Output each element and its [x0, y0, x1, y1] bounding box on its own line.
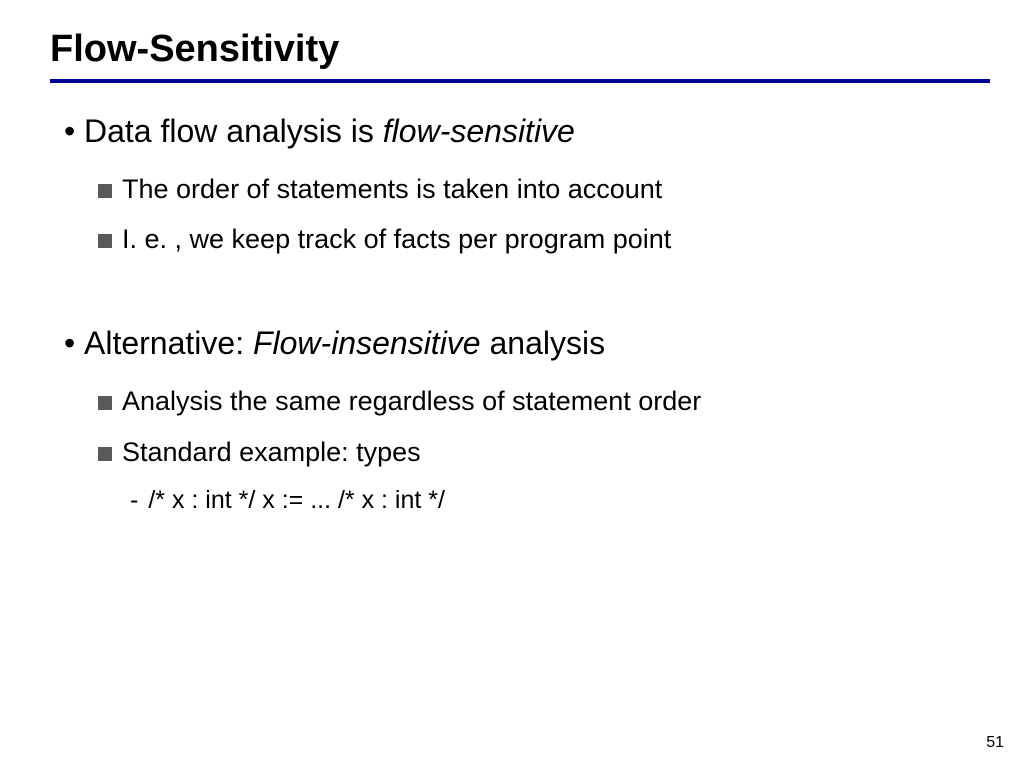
square-bullet-icon	[98, 234, 112, 248]
square-bullet-icon	[98, 447, 112, 461]
sub-bullet-regardless: Analysis the same regardless of statemen…	[98, 383, 984, 419]
slide-body: •Data flow analysis is flow-sensitive Th…	[64, 111, 984, 518]
sub-bullet-text: The order of statements is taken into ac…	[122, 174, 662, 204]
sub-bullet-example: Standard example: types	[98, 434, 984, 470]
bullet-alternative: •Alternative: Flow-insensitive analysis	[64, 323, 984, 365]
dash-bullet-icon: -	[130, 484, 138, 518]
sub-bullet-text: Analysis the same regardless of statemen…	[122, 386, 701, 416]
square-bullet-icon	[98, 396, 112, 410]
sub-bullet-program-point: I. e. , we keep track of facts per progr…	[98, 221, 984, 257]
bullet-text-prefix: Data flow analysis is	[84, 113, 383, 149]
square-bullet-icon	[98, 184, 112, 198]
title-divider	[50, 79, 990, 83]
slide: Flow-Sensitivity •Data flow analysis is …	[0, 0, 1024, 768]
bullet-text-em: Flow-insensitive	[253, 325, 481, 361]
sub-sub-bullet-code: -/* x : int */ x := ... /* x : int */	[130, 484, 984, 518]
sub-bullet-text: Standard example: types	[122, 437, 421, 467]
bullet-dot-icon: •	[64, 323, 84, 365]
bullet-text-prefix: Alternative:	[84, 325, 253, 361]
page-number: 51	[986, 734, 1004, 752]
sub-bullet-text: I. e. , we keep track of facts per progr…	[122, 224, 671, 254]
slide-title: Flow-Sensitivity	[50, 28, 984, 71]
bullet-text-suffix: analysis	[481, 325, 606, 361]
bullet-text-em: flow-sensitive	[383, 113, 575, 149]
sub-bullet-order: The order of statements is taken into ac…	[98, 171, 984, 207]
bullet-flow-sensitive: •Data flow analysis is flow-sensitive	[64, 111, 984, 153]
code-text: /* x : int */ x := ... /* x : int */	[148, 486, 445, 514]
bullet-dot-icon: •	[64, 111, 84, 153]
spacer	[64, 271, 984, 313]
